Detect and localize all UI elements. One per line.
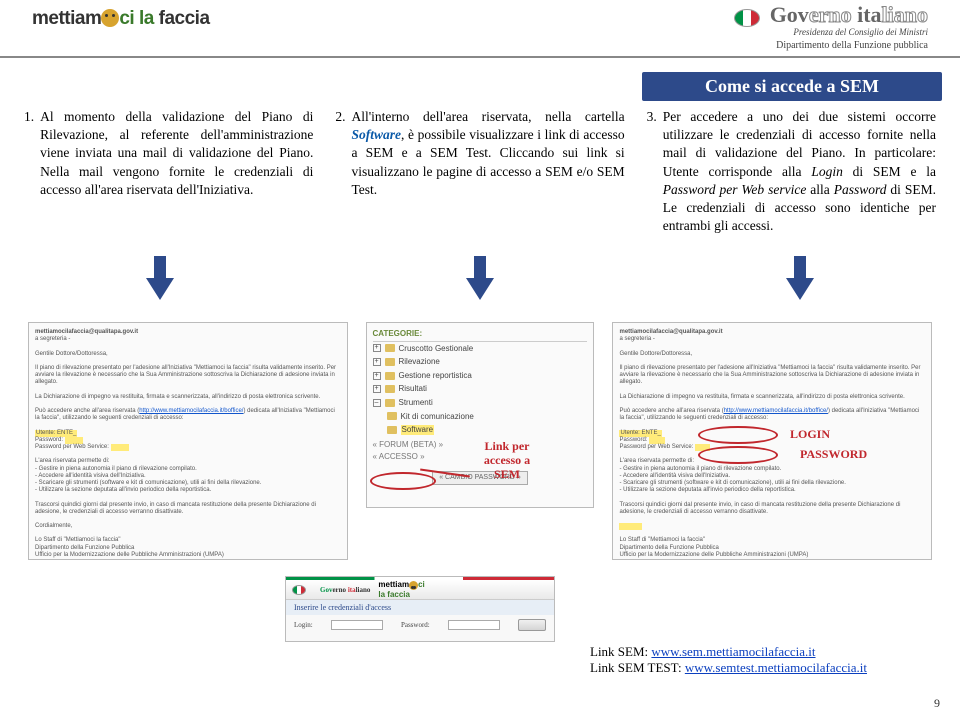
step-2: 2. All'interno dell'area riservata, nell… <box>335 108 624 236</box>
ellipse-icon <box>698 426 778 444</box>
callout-password: PASSWORD <box>800 448 867 462</box>
department-label: Dipartimento della Funzione pubblica <box>734 40 928 51</box>
arrow-down-icon <box>786 278 814 300</box>
callout-login: LOGIN <box>790 428 830 442</box>
tree-software-link[interactable]: Software <box>401 425 435 435</box>
login-input[interactable] <box>331 620 383 630</box>
submit-button[interactable] <box>518 619 546 631</box>
arrow-down-icon <box>146 278 174 300</box>
section-title: Come si accede a SEM <box>642 72 942 101</box>
smiley-icon <box>409 581 418 590</box>
flag-icon <box>292 585 306 595</box>
bottom-links: Link SEM: www.sem.mettiamocilafaccia.it … <box>590 644 867 676</box>
logo-mettiamoci: mettiamci la faccia <box>32 8 210 30</box>
page-header: mettiamci la faccia Governo italiano Pre… <box>0 0 960 58</box>
steps-row: 1.Al momento della validazione del Piano… <box>24 108 936 236</box>
step-1: 1.Al momento della validazione del Piano… <box>24 108 313 236</box>
flag-icon <box>734 9 760 27</box>
ellipse-icon <box>370 472 436 490</box>
utente-highlight: Utente: ENTE_ <box>619 430 661 437</box>
smiley-icon <box>101 9 119 27</box>
page-number: 9 <box>934 696 940 711</box>
arrow-down-icon <box>466 278 494 300</box>
tree-list: +Cruscotto Gestionale +Rilevazione +Gest… <box>373 342 588 437</box>
gov-subtitle: Presidenza del Consiglio dei Ministri <box>734 27 928 37</box>
screenshot-email-credentials: mettiamocilafaccia@qualitapa.gov.it a se… <box>612 322 932 560</box>
logo-governo: Governo italiano Presidenza del Consigli… <box>734 4 928 51</box>
screenshot-login-form: Governo italiano mettiamci la faccia Ins… <box>285 576 555 642</box>
ellipse-icon <box>698 446 778 464</box>
link-sem[interactable]: www.sem.mettiamocilafaccia.it <box>651 644 815 659</box>
link-sem-test[interactable]: www.semtest.mettiamocilafaccia.it <box>685 660 867 675</box>
password-input[interactable] <box>448 620 500 630</box>
arrows-row <box>0 278 960 300</box>
callout-link-sem: Link per accesso a SEM <box>472 440 542 481</box>
screenshot-email: mettiamocilafaccia@qualitapa.gov.it a se… <box>28 322 348 560</box>
step-3: 3. Per accedere a uno dei due sistemi oc… <box>647 108 936 236</box>
